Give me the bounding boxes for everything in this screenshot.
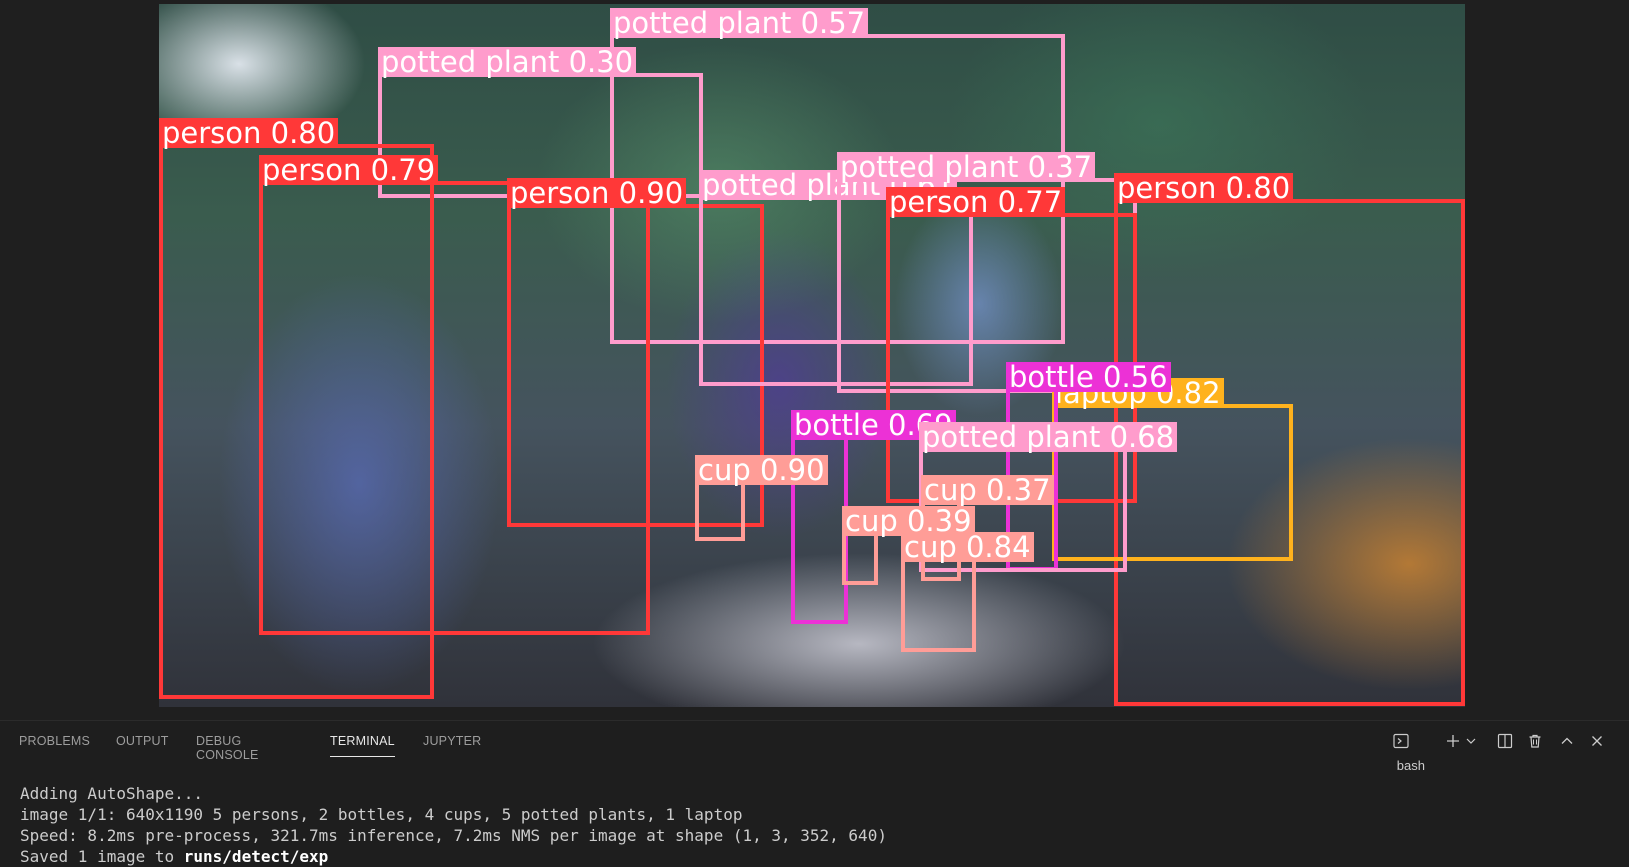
- detection-label: person 0.79: [259, 155, 439, 185]
- new-terminal-button[interactable]: [1445, 729, 1461, 753]
- detection-label: potted plant 0.37: [837, 152, 1096, 182]
- detection-label: potted plant 0.30: [378, 47, 637, 77]
- split-icon: [1497, 733, 1513, 749]
- terminal-select-button[interactable]: bash: [1393, 729, 1425, 773]
- detection-box: cup 0.84: [901, 532, 1034, 652]
- detection-label: person 0.77: [886, 187, 1066, 217]
- detection-image: potted plant 0.57 potted plant 0.30 pers…: [159, 4, 1465, 707]
- detection-label: person 0.90: [507, 178, 687, 208]
- add-icon: [1447, 735, 1459, 747]
- tab-jupyter[interactable]: JUPYTER: [423, 734, 481, 756]
- terminal-line: Speed: 8.2ms pre-process, 321.7ms infere…: [20, 826, 887, 845]
- tab-output[interactable]: OUTPUT: [116, 734, 169, 756]
- tab-terminal[interactable]: TERMINAL: [330, 734, 395, 757]
- saved-path: runs/detect/exp: [183, 847, 329, 866]
- saved-prefix: Saved 1 image to: [20, 847, 184, 866]
- close-panel-button[interactable]: [1589, 729, 1605, 753]
- detection-label: cup 0.84: [901, 532, 1034, 562]
- terminal-icon: [1393, 733, 1409, 749]
- split-terminal-button[interactable]: [1497, 729, 1513, 753]
- detection-label: potted plant 0.68: [919, 422, 1178, 452]
- detection-box: cup 0.90: [695, 455, 828, 541]
- terminal-line: image 1/1: 640x1190 5 persons, 2 bottles…: [20, 805, 743, 824]
- detection-label: bottle 0.56: [1006, 362, 1171, 392]
- bottom-panel: PROBLEMS OUTPUT DEBUG CONSOLE TERMINAL J…: [0, 720, 1629, 866]
- terminal-dropdown-button[interactable]: [1465, 729, 1477, 753]
- detection-label: cup 0.90: [695, 455, 828, 485]
- maximize-panel-button[interactable]: [1559, 729, 1575, 753]
- tab-problems[interactable]: PROBLEMS: [19, 734, 90, 756]
- kill-terminal-button[interactable]: [1527, 729, 1543, 753]
- terminal-line: Saved 1 image to runs/detect/exp: [20, 846, 887, 867]
- shell-label: bash: [1396, 758, 1425, 773]
- detection-box: cup 0.39: [842, 506, 975, 585]
- tab-debug-console[interactable]: DEBUG CONSOLE: [196, 734, 259, 762]
- detection-label: person 0.80: [159, 118, 339, 148]
- detection-label: cup 0.37: [921, 475, 1054, 505]
- detection-label: person 0.80: [1114, 173, 1294, 203]
- terminal-line: Adding AutoShape...: [20, 784, 204, 803]
- trash-icon: [1529, 734, 1541, 748]
- detection-label: potted plant 0.57: [610, 8, 869, 38]
- image-viewer: potted plant 0.57 potted plant 0.30 pers…: [0, 0, 1629, 720]
- chevron-down-icon: [1466, 738, 1476, 744]
- maximize-icon: [1561, 737, 1573, 744]
- terminal-output[interactable]: Adding AutoShape... image 1/1: 640x1190 5…: [20, 783, 887, 867]
- close-icon: [1592, 736, 1602, 746]
